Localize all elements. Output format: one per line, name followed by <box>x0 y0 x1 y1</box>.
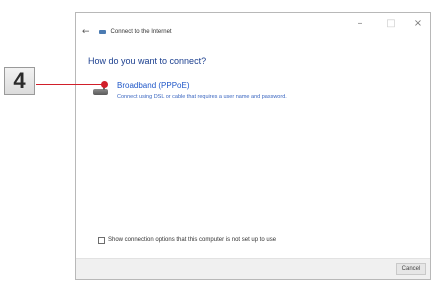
step-number: 4 <box>13 68 26 93</box>
back-arrow-icon[interactable]: ← <box>82 27 90 37</box>
option-description: Connect using DSL or cable that requires… <box>117 94 287 100</box>
close-button[interactable]: × <box>407 15 429 31</box>
maximize-icon: □ <box>386 17 396 29</box>
minimize-icon: – <box>357 17 363 29</box>
connect-to-internet-window: – □ × ← Connect to the Internet How do y… <box>75 12 431 280</box>
callout-dot <box>101 81 108 88</box>
show-options-checkbox[interactable] <box>98 236 105 244</box>
screenshot-stage: 4 – □ × ← Connect to the Internet How do… <box>0 0 435 282</box>
dialog-footer: Cancel <box>76 258 430 279</box>
navigation-row: ← Connect to the Internet <box>82 26 172 38</box>
callout-line <box>36 84 102 85</box>
cancel-button[interactable]: Cancel <box>396 263 426 275</box>
window-title: Connect to the Internet <box>110 29 172 35</box>
show-options-checkbox-label: Show connection options that this comput… <box>108 237 277 243</box>
page-heading: How do you want to connect? <box>88 56 207 66</box>
network-globe-icon <box>98 29 107 35</box>
maximize-button[interactable]: □ <box>380 15 402 31</box>
step-number-badge: 4 <box>4 67 35 95</box>
close-icon: × <box>413 17 423 29</box>
broadband-pppoe-option[interactable]: Broadband (PPPoE) Connect using DSL or c… <box>93 79 393 103</box>
show-options-checkbox-row[interactable]: Show connection options that this comput… <box>98 235 276 245</box>
minimize-button[interactable]: – <box>349 15 371 31</box>
option-title[interactable]: Broadband (PPPoE) <box>117 81 190 90</box>
